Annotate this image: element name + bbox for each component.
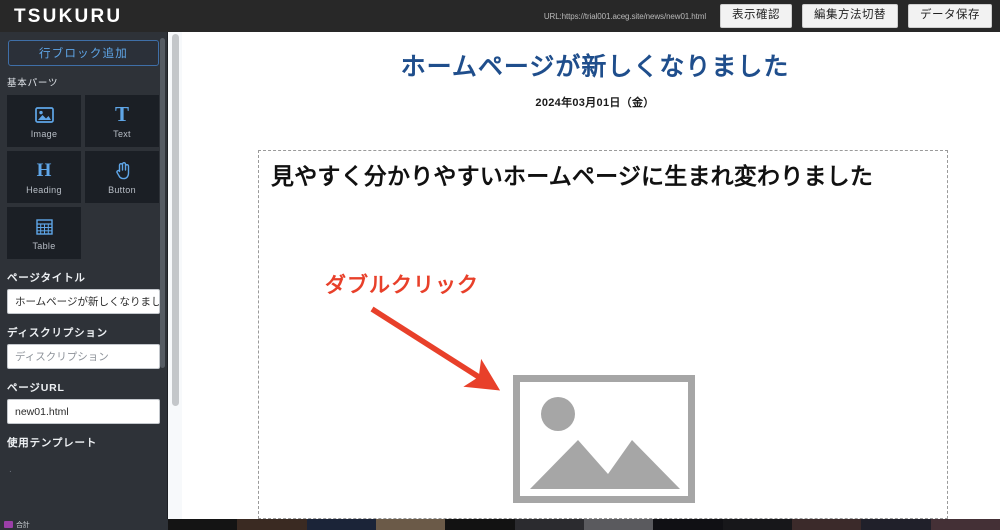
part-label-button: Button [108,184,136,195]
taskbar-thumbnails[interactable] [168,519,1000,530]
page-right-margin [947,32,1000,519]
annotation-double-click-label: ダブルクリック [325,274,479,297]
description-label: ディスクリプション [7,327,108,339]
taskbar-thumb[interactable] [583,519,654,530]
top-toolbar: TSUKURU URL:https://trial001.aceg.site/n… [0,0,1000,32]
image-placeholder-icon [530,397,680,489]
part-label-text: Text [113,128,131,139]
page-title-input[interactable]: ホームページが新しくなりまし [7,289,160,314]
part-tile-text[interactable]: T Text [85,95,159,147]
part-tile-image[interactable]: Image [7,95,81,147]
toolbar-actions: URL:https://trial001.aceg.site/news/new0… [544,0,992,32]
toggle-edit-mode-button[interactable]: 編集方法切替 [802,4,898,28]
save-data-button[interactable]: データ保存 [908,4,992,28]
taskbar-thumb[interactable] [306,519,376,530]
image-icon [34,104,54,126]
canvas-scrollbar[interactable] [172,34,179,406]
part-tile-button[interactable]: Button [85,151,159,203]
taskbar-app-icon[interactable] [4,521,13,528]
taskbar-thumb[interactable] [722,519,792,530]
heading-h-icon: H [36,160,52,181]
add-row-block-button[interactable]: 行ブロック追加 [8,40,159,66]
page-title-label: ページタイトル [7,272,86,284]
page-title-heading: ホームページが新しくなりました [400,53,790,81]
taskbar-thumb[interactable] [237,519,307,530]
part-label-image: Image [30,128,58,139]
basic-parts-label: 基本パーツ [7,78,59,89]
text-t-icon: T [114,102,129,126]
taskbar-thumb[interactable] [791,519,862,530]
editor-canvas: ホームページが新しくなりました 2024年03月01日（金） 見やすく分かりやす… [169,32,1000,519]
taskbar-thumb[interactable] [445,519,515,530]
os-taskbar: 合計 [0,519,1000,530]
page-url-display: URL:https://trial001.aceg.site/news/new0… [543,11,706,21]
template-value: . [9,464,12,475]
taskbar-thumb[interactable] [514,519,584,530]
app-logo: TSUKURU [14,5,123,27]
preview-button[interactable]: 表示確認 [720,4,792,28]
taskbar-label: 合計 [16,521,30,529]
taskbar-thumb[interactable] [930,519,1000,530]
hero-section[interactable]: ホームページが新しくなりました 2024年03月01日（金） [244,32,946,150]
click-hand-icon [114,160,131,182]
sidebar-scrollbar[interactable] [160,38,165,368]
page-url-input[interactable]: new01.html [7,399,160,424]
page-preview: ホームページが新しくなりました 2024年03月01日（金） 見やすく分かりやす… [182,32,1000,519]
application-window: TSUKURU URL:https://trial001.aceg.site/n… [0,0,1000,530]
page-date: 2024年03月01日（金） [535,97,655,109]
page-url-label: ページURL [7,382,65,394]
taskbar-thumb[interactable] [861,519,931,530]
content-block-heading: 見やすく分かりやすいホームページに生まれ変わりました [271,163,874,189]
part-label-table: Table [32,240,56,251]
basic-parts-grid: Image T Text H Heading Button Table [0,95,167,259]
part-label-heading: Heading [26,184,62,195]
taskbar-thumb[interactable] [375,519,446,530]
part-tile-heading[interactable]: H Heading [7,151,81,203]
taskbar-thumb[interactable] [653,519,723,530]
taskbar-start-area[interactable]: 合計 [0,519,168,530]
template-label: 使用テンプレート [7,437,98,449]
left-sidebar: 行ブロック追加 基本パーツ Image T Text H Heading But… [0,32,168,519]
part-tile-table[interactable]: Table [7,207,81,259]
description-input[interactable]: ディスクリプション [7,344,160,369]
taskbar-thumb[interactable] [168,519,238,530]
table-grid-icon [35,216,53,238]
content-block[interactable]: 見やすく分かりやすいホームページに生まれ変わりました ダブルクリック [258,150,948,519]
image-placeholder[interactable] [513,375,695,503]
